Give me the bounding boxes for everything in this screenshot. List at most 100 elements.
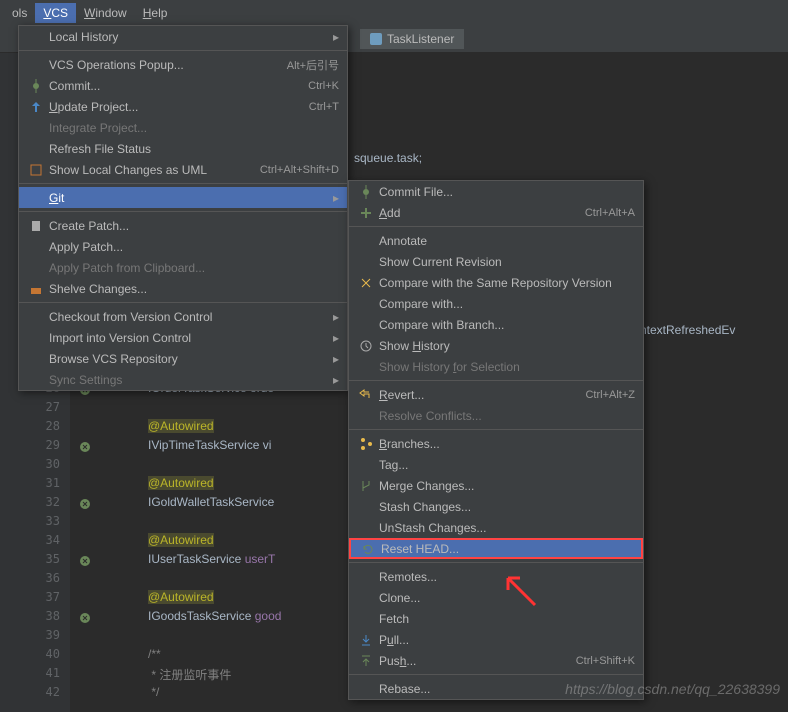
line-number: 32 bbox=[40, 495, 60, 509]
menu-label: Tag... bbox=[379, 458, 635, 472]
gutter-bean-icon[interactable] bbox=[78, 440, 92, 457]
watermark: https://blog.csdn.net/qq_22638399 bbox=[565, 681, 780, 697]
menu-item-shelve-changes-[interactable]: Shelve Changes... bbox=[19, 278, 347, 299]
line-number: 29 bbox=[40, 438, 60, 452]
line-number: 42 bbox=[40, 685, 60, 699]
menu-item-add[interactable]: AddCtrl+Alt+A bbox=[349, 202, 643, 223]
menu-item-import-into-version-control[interactable]: Import into Version Control ▸ bbox=[19, 327, 347, 348]
gutter-bean-icon[interactable] bbox=[78, 611, 92, 628]
line-number: 39 bbox=[40, 628, 60, 642]
code-line[interactable]: IUserTaskService userT bbox=[148, 552, 275, 566]
menu-item-sync-settings: Sync Settings▸ bbox=[19, 369, 347, 390]
line-number: 31 bbox=[40, 476, 60, 490]
menu-label: Resolve Conflicts... bbox=[379, 409, 635, 423]
line-number: 27 bbox=[40, 400, 60, 414]
menu-item-browse-vcs-repository[interactable]: Browse VCS Repository▸ bbox=[19, 348, 347, 369]
menu-item-tag-[interactable]: Tag... bbox=[349, 454, 643, 475]
shortcut: Ctrl+Alt+Shift+D bbox=[260, 164, 339, 176]
menu-label: UnStash Changes... bbox=[379, 521, 635, 535]
code-line[interactable]: @Autowired bbox=[148, 476, 214, 490]
menu-item-commit-[interactable]: Commit...Ctrl+K bbox=[19, 75, 347, 96]
shortcut: Ctrl+Shift+K bbox=[576, 655, 635, 667]
code-line[interactable]: IVipTimeTaskService vi bbox=[148, 438, 271, 452]
menu-item-pull-[interactable]: Pull... bbox=[349, 629, 643, 650]
menu-item-push-[interactable]: Push...Ctrl+Shift+K bbox=[349, 650, 643, 671]
menu-label: Merge Changes... bbox=[379, 479, 635, 493]
menu-item-branches-[interactable]: Branches... bbox=[349, 433, 643, 454]
menu-item-refresh-file-status[interactable]: Refresh File Status bbox=[19, 138, 347, 159]
gutter-bean-icon[interactable] bbox=[78, 554, 92, 571]
code-line[interactable]: * 注册监听事件 bbox=[148, 666, 231, 683]
commit-icon bbox=[357, 185, 375, 199]
menu-item-compare-with-the-same-repository-version[interactable]: Compare with the Same Repository Version bbox=[349, 272, 643, 293]
menu-label: Stash Changes... bbox=[379, 500, 635, 514]
menu-window[interactable]: Window bbox=[76, 3, 135, 23]
menu-item-fetch[interactable]: Fetch bbox=[349, 608, 643, 629]
line-number: 41 bbox=[40, 666, 60, 680]
menu-item-reset-head-[interactable]: Reset HEAD... bbox=[349, 538, 643, 559]
submenu-arrow: ▸ bbox=[333, 310, 339, 324]
branch-icon bbox=[357, 437, 375, 451]
menu-item-stash-changes-[interactable]: Stash Changes... bbox=[349, 496, 643, 517]
menu-item-revert-[interactable]: Revert...Ctrl+Alt+Z bbox=[349, 384, 643, 405]
menu-label: Sync Settings bbox=[49, 373, 325, 387]
code-line[interactable]: IGoodsTaskService good bbox=[148, 609, 281, 623]
menu-label: Shelve Changes... bbox=[49, 282, 339, 296]
menu-label: Remotes... bbox=[379, 570, 635, 584]
menu-item-unstash-changes-[interactable]: UnStash Changes... bbox=[349, 517, 643, 538]
line-number: 37 bbox=[40, 590, 60, 604]
menu-label: Branches... bbox=[379, 437, 635, 451]
update-icon bbox=[27, 100, 45, 114]
menu-item-clone-[interactable]: Clone... bbox=[349, 587, 643, 608]
menu-item-checkout-from-version-control[interactable]: Checkout from Version Control▸ bbox=[19, 306, 347, 327]
code-line[interactable]: IGoldWalletTaskService bbox=[148, 495, 274, 509]
menu-item-git[interactable]: Git▸ bbox=[19, 187, 347, 208]
submenu-arrow: ▸ bbox=[333, 331, 339, 345]
menu-item-merge-changes-[interactable]: Merge Changes... bbox=[349, 475, 643, 496]
menu-item-create-patch-[interactable]: Create Patch... bbox=[19, 215, 347, 236]
menu-item-update-project-[interactable]: Update Project...Ctrl+T bbox=[19, 96, 347, 117]
shelve-icon bbox=[27, 282, 45, 296]
code-line[interactable]: @Autowired bbox=[148, 590, 214, 604]
menu-item-show-local-changes-as-uml[interactable]: Show Local Changes as UMLCtrl+Alt+Shift+… bbox=[19, 159, 347, 180]
menubar: ols VCS Window Help bbox=[0, 0, 788, 25]
menu-item-annotate[interactable]: Annotate bbox=[349, 230, 643, 251]
code-line[interactable]: /** bbox=[148, 647, 161, 661]
menu-vcs[interactable]: VCS bbox=[35, 3, 76, 23]
menu-label: Clone... bbox=[379, 591, 635, 605]
tab-tasklistener[interactable]: TaskListener bbox=[360, 29, 464, 49]
menu-label: Compare with... bbox=[379, 297, 635, 311]
revert-icon bbox=[357, 388, 375, 402]
menu-item-show-history[interactable]: Show History bbox=[349, 335, 643, 356]
menu-item-show-current-revision[interactable]: Show Current Revision bbox=[349, 251, 643, 272]
menu-item-show-history-for-selection: Show History for Selection bbox=[349, 356, 643, 377]
menu-label: Show Current Revision bbox=[379, 255, 635, 269]
commit-icon bbox=[27, 79, 45, 93]
history-icon bbox=[357, 339, 375, 353]
menu-item-compare-with-branch-[interactable]: Compare with Branch... bbox=[349, 314, 643, 335]
menu-label: Commit File... bbox=[379, 185, 635, 199]
menu-item-apply-patch-[interactable]: Apply Patch... bbox=[19, 236, 347, 257]
menu-label: Add bbox=[379, 206, 585, 220]
menu-item-compare-with-[interactable]: Compare with... bbox=[349, 293, 643, 314]
menu-item-remotes-[interactable]: Remotes... bbox=[349, 566, 643, 587]
menu-label: Create Patch... bbox=[49, 219, 339, 233]
code-line[interactable]: @Autowired bbox=[148, 533, 214, 547]
menu-item-commit-file-[interactable]: Commit File... bbox=[349, 181, 643, 202]
menu-tools[interactable]: ols bbox=[4, 3, 35, 23]
code-line[interactable]: */ bbox=[148, 685, 159, 699]
class-icon bbox=[370, 33, 382, 45]
code-line[interactable]: @Autowired bbox=[148, 419, 214, 433]
menu-label: Import into Version Control bbox=[49, 331, 325, 345]
gutter-bean-icon[interactable] bbox=[78, 497, 92, 514]
menu-item-vcs-operations-popup-[interactable]: VCS Operations Popup...Alt+后引号 bbox=[19, 54, 347, 75]
menu-label: Apply Patch from Clipboard... bbox=[49, 261, 339, 275]
menu-item-local-history[interactable]: Local History▸ bbox=[19, 26, 347, 47]
line-number: 35 bbox=[40, 552, 60, 566]
shortcut: Alt+后引号 bbox=[287, 57, 339, 73]
menu-label: Apply Patch... bbox=[49, 240, 339, 254]
menu-help[interactable]: Help bbox=[135, 3, 176, 23]
shortcut: Ctrl+Alt+A bbox=[585, 207, 635, 219]
menu-label: Compare with Branch... bbox=[379, 318, 635, 332]
menu-item-integrate-project-: Integrate Project... bbox=[19, 117, 347, 138]
